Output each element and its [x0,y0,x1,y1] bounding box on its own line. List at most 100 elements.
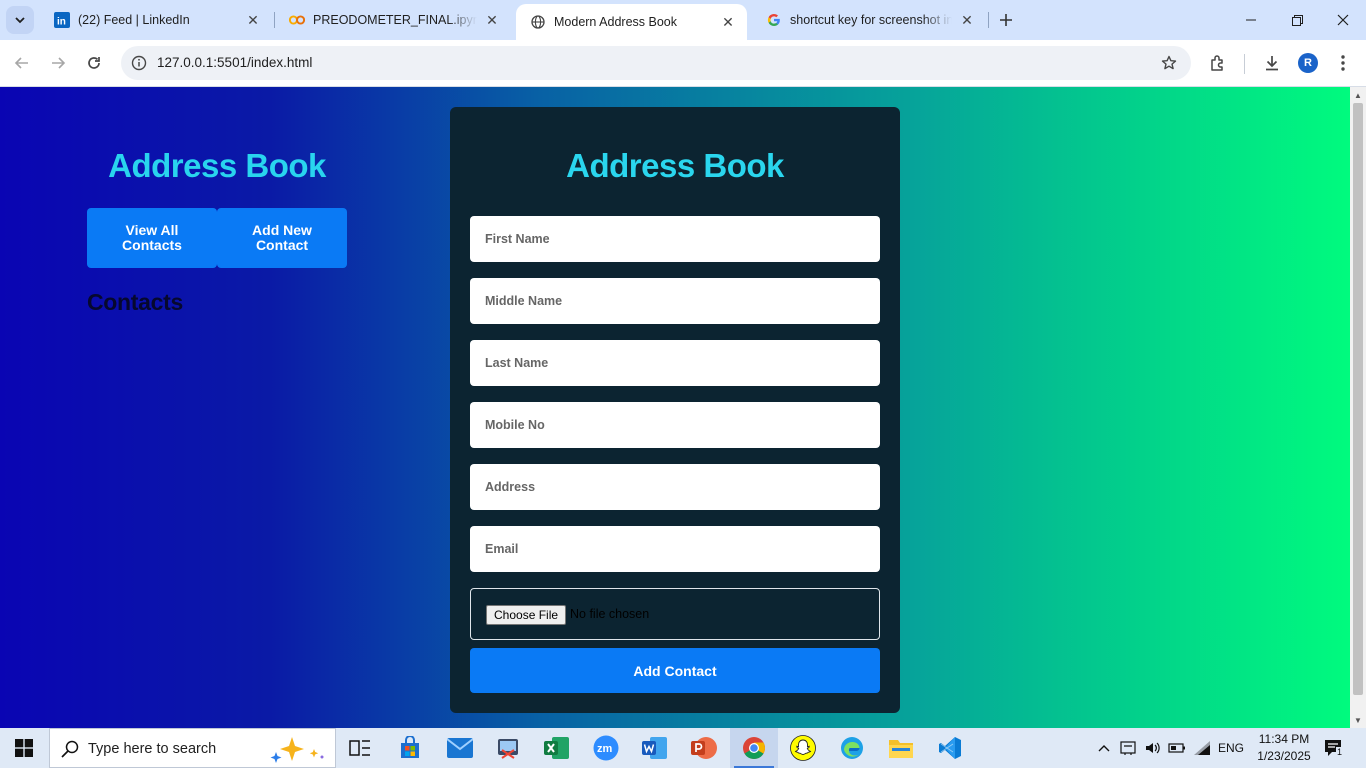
minimize-button[interactable] [1228,0,1274,40]
zoom-app[interactable]: zm [582,728,630,768]
show-hidden-icons-button[interactable] [1094,728,1114,768]
view-all-contacts-button[interactable]: View All Contacts [87,208,217,268]
kebab-menu-icon[interactable] [1331,51,1355,75]
snipping-tool-app[interactable] [484,728,532,768]
language-indicator[interactable]: ENG [1215,728,1247,768]
search-icon [60,739,80,764]
restore-icon [1291,14,1303,26]
restore-button[interactable] [1274,0,1320,40]
mail-icon [447,738,473,758]
tab-divider [988,12,989,28]
tab-title: Modern Address Book [554,15,677,29]
close-icon[interactable]: ✕ [719,13,737,31]
new-tab-button[interactable] [994,8,1018,32]
notification-count-badge: 1 [1336,747,1344,757]
snapchat-app[interactable] [779,728,827,768]
edge-icon [841,737,863,759]
toolbar-divider [1244,54,1245,74]
close-icon[interactable]: ✕ [244,11,262,29]
email-input[interactable] [470,526,880,572]
svg-text:in: in [57,17,66,28]
task-view-button[interactable] [336,728,384,768]
contacts-heading: Contacts [87,289,184,315]
tab-modern-address-book[interactable]: Modern Address Book ✕ [516,4,747,40]
linkedin-icon: in [54,12,70,28]
sidebar-title: Address Book [108,147,326,184]
download-icon[interactable] [1260,51,1284,75]
close-icon[interactable]: ✕ [483,11,501,29]
word-app[interactable] [631,728,679,768]
extensions-icon[interactable] [1206,51,1230,75]
add-new-contact-button[interactable]: Add New Contact [217,208,347,268]
close-window-button[interactable] [1320,0,1366,40]
vscode-icon [939,737,961,759]
page-scrollbar[interactable]: ▲ ▼ [1350,87,1366,728]
chrome-icon [743,737,765,759]
address-bar[interactable]: 127.0.0.1:5501/index.html [121,46,1191,80]
form-title: Address Book [566,147,784,184]
snipping-tool-icon [498,739,518,759]
arrow-left-icon [14,57,28,69]
tab-linkedin[interactable]: in (22) Feed | LinkedIn ✕ [40,0,272,40]
address-input[interactable] [470,464,880,510]
close-icon[interactable]: ✕ [958,11,976,29]
search-highlight-sparkle-icon [268,735,328,763]
word-icon [642,737,667,759]
notifications-button[interactable]: 1 [1322,728,1346,768]
scrollbar-thumb[interactable] [1353,103,1363,695]
tab-strip: in (22) Feed | LinkedIn ✕ PREODOMETER_FI… [0,0,1366,40]
scroll-down-icon[interactable]: ▼ [1350,713,1366,727]
zoom-icon: zm [593,735,619,761]
system-clock[interactable]: 11:34 PM 1/23/2025 [1250,731,1318,765]
middle-name-input[interactable] [470,278,880,324]
tray-network-adapter-icon[interactable] [1117,728,1139,768]
vscode-app[interactable] [926,728,974,768]
url-text[interactable]: 127.0.0.1:5501/index.html [157,55,312,70]
arrow-right-icon [52,57,66,69]
site-info-icon[interactable] [129,53,149,73]
forward-button[interactable] [43,48,73,78]
tab-title: shortcut key for screenshot in w [790,13,952,27]
wifi-icon[interactable] [1191,728,1213,768]
task-view-icon [349,740,370,756]
file-input[interactable]: Choose File No file chosen [470,588,880,640]
excel-app[interactable] [533,728,581,768]
tab-google-search[interactable]: shortcut key for screenshot in w ✕ [752,0,986,40]
edge-app[interactable] [828,728,876,768]
bookmark-star-icon[interactable] [1159,53,1179,73]
profile-avatar[interactable]: R [1298,53,1318,73]
add-contact-button[interactable]: Add Contact [470,648,880,693]
minimize-icon [1246,19,1256,21]
volume-icon[interactable] [1142,728,1164,768]
clock-date: 1/23/2025 [1257,749,1311,763]
reload-icon [88,57,100,69]
plus-icon [1000,14,1012,26]
chevron-up-icon [1098,745,1110,752]
mail-app[interactable] [436,728,484,768]
google-icon [766,12,782,28]
battery-icon[interactable] [1166,728,1188,768]
reload-button[interactable] [79,48,109,78]
globe-icon [530,14,546,30]
scroll-up-icon[interactable]: ▲ [1350,88,1366,102]
svg-text:zm: zm [597,743,613,755]
first-name-input[interactable] [470,216,880,262]
microsoft-store-app[interactable] [386,728,434,768]
chrome-app[interactable] [730,728,778,768]
chevron-down-icon [15,17,25,24]
clock-time: 11:34 PM [1258,732,1310,746]
close-icon [1337,14,1349,26]
page-viewport: Address Book View All Contacts Add New C… [0,87,1350,728]
back-button[interactable] [7,48,37,78]
file-explorer-app[interactable] [877,728,925,768]
tab-colab[interactable]: PREODOMETER_FINAL.ipynb - C ✕ [275,0,511,40]
choose-file-button[interactable]: Choose File [486,605,567,625]
tab-search-button[interactable] [6,6,34,34]
powerpoint-icon [691,737,717,759]
start-button[interactable] [0,728,48,768]
tab-title: (22) Feed | LinkedIn [78,13,190,27]
taskbar-search-box[interactable]: Type here to search [49,728,336,768]
powerpoint-app[interactable] [680,728,728,768]
last-name-input[interactable] [470,340,880,386]
mobile-input[interactable] [470,402,880,448]
